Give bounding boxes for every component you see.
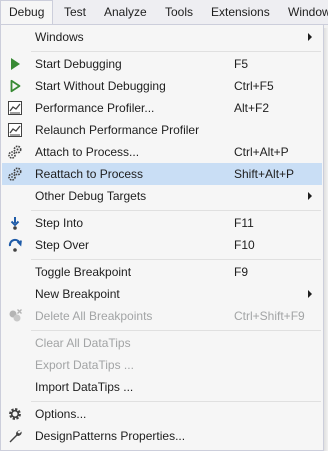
menu-item-delete-all-breakpoints[interactable]: Delete All Breakpoints Ctrl+Shift+F9	[2, 305, 322, 327]
menu-item-label: Reattach to Process	[35, 167, 144, 181]
shortcut-label: Alt+F2	[234, 101, 270, 115]
menu-item-label: Export DataTips ...	[35, 358, 134, 372]
menu-item-label: Import DataTips ...	[35, 380, 134, 394]
menu-separator	[31, 210, 321, 211]
submenu-arrow-icon	[308, 192, 312, 200]
menu-tools[interactable]: Tools	[165, 0, 193, 24]
step-over-icon	[7, 237, 23, 253]
menu-separator	[31, 259, 321, 260]
menu-item-other-debug-targets[interactable]: Other Debug Targets	[2, 185, 322, 207]
menu-separator	[31, 51, 321, 52]
menu-separator	[31, 330, 321, 331]
menu-item-label: Clear All DataTips	[35, 336, 131, 350]
menu-item-label: DesignPatterns Properties...	[35, 429, 186, 443]
menu-item-label: New Breakpoint	[35, 287, 120, 301]
play-filled-icon	[7, 56, 23, 72]
menu-item-relaunch-performance-profiler[interactable]: Relaunch Performance Profiler	[2, 119, 322, 141]
step-into-icon	[7, 215, 23, 231]
menu-bar: Debug Test Analyze Tools Extensions Wind…	[0, 0, 328, 25]
menu-item-clear-all-datatips[interactable]: Clear All DataTips	[2, 332, 322, 354]
menu-item-label: Delete All Breakpoints	[35, 309, 153, 323]
shortcut-label: F11	[234, 216, 254, 230]
menu-test[interactable]: Test	[64, 0, 86, 24]
menu-item-options[interactable]: Options...	[2, 403, 322, 425]
menu-item-performance-profiler[interactable]: Performance Profiler... Alt+F2	[2, 97, 322, 119]
delete-breakpoints-icon	[7, 308, 23, 324]
menu-item-new-breakpoint[interactable]: New Breakpoint	[2, 283, 322, 305]
gear-icon	[7, 406, 23, 422]
submenu-arrow-icon	[308, 290, 312, 298]
menu-item-label: Step Into	[35, 216, 84, 230]
menu-item-export-datatips[interactable]: Export DataTips ...	[2, 354, 322, 376]
menu-item-label: Options...	[35, 407, 87, 421]
shortcut-label: Ctrl+Alt+P	[234, 145, 289, 159]
shortcut-label: F9	[234, 265, 249, 279]
menu-separator	[31, 401, 321, 402]
play-outline-icon	[7, 78, 23, 94]
menu-item-label: Relaunch Performance Profiler	[35, 123, 200, 137]
performance-chart-icon	[7, 122, 23, 138]
menu-item-label: Step Over	[35, 238, 90, 252]
menu-item-start-without-debugging[interactable]: Start Without Debugging Ctrl+F5	[2, 75, 322, 97]
menu-item-toggle-breakpoint[interactable]: Toggle Breakpoint F9	[2, 261, 322, 283]
shortcut-label: Ctrl+Shift+F9	[234, 309, 305, 323]
menu-item-label: Windows	[35, 30, 84, 44]
menu-debug[interactable]: Debug	[0, 0, 54, 25]
menu-analyze[interactable]: Analyze	[104, 0, 147, 24]
attach-gears-icon	[7, 144, 23, 160]
debug-dropdown-menu: Windows Start Debugging F5 Start Without…	[0, 24, 324, 451]
submenu-arrow-icon	[308, 33, 312, 41]
shortcut-label: Shift+Alt+P	[234, 167, 295, 181]
menu-window[interactable]: Window	[288, 0, 328, 24]
wrench-icon	[7, 428, 23, 444]
menu-item-label: Start Debugging	[35, 57, 122, 71]
menu-item-label: Start Without Debugging	[35, 79, 166, 93]
menu-item-step-over[interactable]: Step Over F10	[2, 234, 322, 256]
menu-item-designpatterns-properties[interactable]: DesignPatterns Properties...	[2, 425, 322, 447]
menu-item-label: Attach to Process...	[35, 145, 140, 159]
menu-item-import-datatips[interactable]: Import DataTips ...	[2, 376, 322, 398]
menu-item-reattach-to-process[interactable]: Reattach to Process Shift+Alt+P	[2, 163, 322, 185]
menu-item-step-into[interactable]: Step Into F11	[2, 212, 322, 234]
shortcut-label: F10	[234, 238, 255, 252]
menu-item-label: Performance Profiler...	[35, 101, 155, 115]
shortcut-label: F5	[234, 57, 249, 71]
menu-shadow	[324, 28, 328, 451]
performance-chart-icon	[7, 100, 23, 116]
shortcut-label: Ctrl+F5	[234, 79, 274, 93]
menu-extensions[interactable]: Extensions	[211, 0, 270, 24]
vs-debug-menu-screenshot: Debug Test Analyze Tools Extensions Wind…	[0, 0, 328, 451]
menu-item-attach-to-process[interactable]: Attach to Process... Ctrl+Alt+P	[2, 141, 322, 163]
menu-item-windows[interactable]: Windows	[2, 26, 322, 48]
menu-item-label: Toggle Breakpoint	[35, 265, 132, 279]
reattach-gears-icon	[7, 166, 23, 182]
menu-item-label: Other Debug Targets	[35, 189, 147, 203]
menu-item-start-debugging[interactable]: Start Debugging F5	[2, 53, 322, 75]
